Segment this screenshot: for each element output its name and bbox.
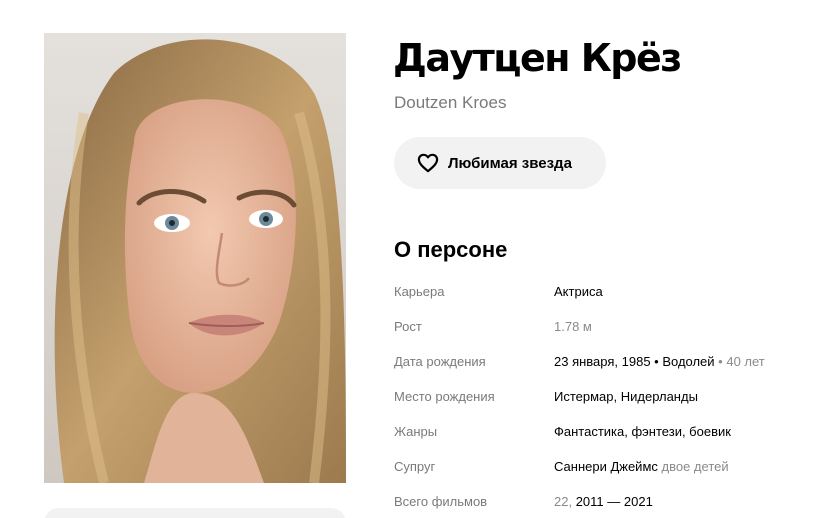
birth-date-value: 23 января, 1985 • Водолей • 40 лет — [554, 354, 765, 369]
total-films-value: 22, 2011 — 2021 — [554, 494, 653, 509]
about-section-title: О персоне — [394, 237, 508, 262]
films-count: 22, — [554, 494, 573, 509]
info-key: Жанры — [394, 424, 438, 439]
person-original-name: Doutzen Kroes — [394, 93, 507, 112]
info-row-total-films: Всего фильмов 22, 2011 — 2021 — [394, 492, 814, 518]
portrait-image — [44, 33, 346, 483]
photo-action-button[interactable] — [44, 508, 346, 518]
info-row-birth-place: Место рождения Истермар, Нидерланды — [394, 387, 814, 422]
height-value: 1.78 м — [554, 319, 592, 334]
favorite-star-button[interactable]: Любимая звезда — [394, 137, 606, 189]
info-key: Место рождения — [394, 389, 495, 404]
info-key: Дата рождения — [394, 354, 486, 369]
birth-date-link[interactable]: 23 января, 1985 • Водолей — [554, 354, 715, 369]
person-photo — [44, 33, 346, 483]
info-key: Карьера — [394, 284, 445, 299]
heart-icon — [417, 153, 439, 173]
birth-place-value[interactable]: Истермар, Нидерланды — [554, 389, 698, 404]
info-key: Рост — [394, 319, 422, 334]
children-value: двое детей — [661, 459, 729, 474]
info-row-spouse: Супруг Саннери Джеймс двое детей — [394, 457, 814, 492]
spouse-link[interactable]: Саннери Джеймс — [554, 459, 658, 474]
info-row-career: Карьера Актриса — [394, 282, 814, 317]
info-key: Всего фильмов — [394, 494, 488, 509]
about-info-list: Карьера Актриса Рост 1.78 м Дата рождени… — [394, 282, 814, 518]
genres-value[interactable]: Фантастика, фэнтези, боевик — [554, 424, 731, 439]
films-years-link[interactable]: 2011 — 2021 — [576, 494, 653, 509]
info-row-height: Рост 1.78 м — [394, 317, 814, 352]
favorite-star-label: Любимая звезда — [448, 154, 572, 172]
career-value[interactable]: Актриса — [554, 284, 603, 299]
info-key: Супруг — [394, 459, 436, 474]
info-row-birth-date: Дата рождения 23 января, 1985 • Водолей … — [394, 352, 814, 387]
person-name: Даутцен Крёз — [393, 36, 682, 80]
spouse-value: Саннери Джеймс двое детей — [554, 459, 729, 474]
info-row-genres: Жанры Фантастика, фэнтези, боевик — [394, 422, 814, 457]
age-value: • 40 лет — [718, 354, 765, 369]
